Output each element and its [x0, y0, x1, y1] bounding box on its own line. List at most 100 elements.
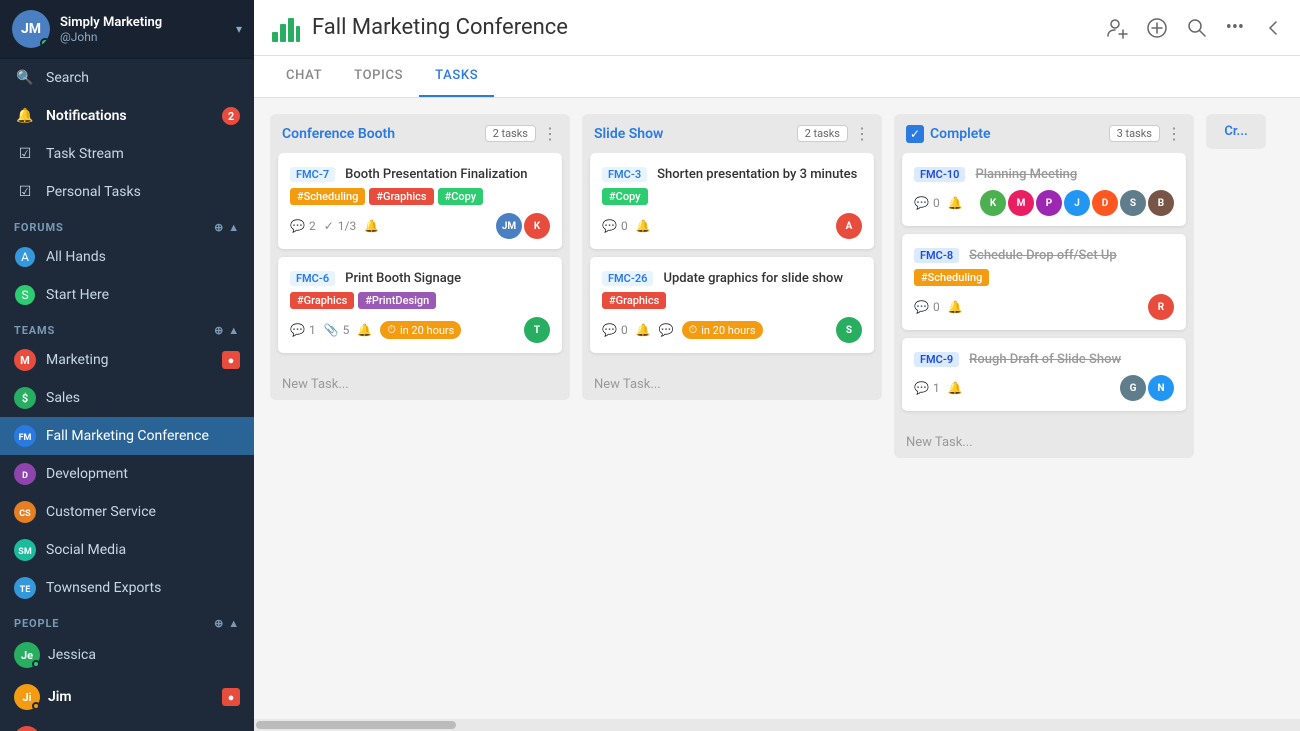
tag-printdesign[interactable]: #PrintDesign — [358, 292, 436, 309]
sidebar-item-sales[interactable]: $ Sales — [0, 379, 254, 417]
avatars-fmc-26: S — [836, 317, 862, 343]
sidebar-item-search[interactable]: 🔍 Search — [0, 59, 254, 97]
card-fmc-26[interactable]: FMC-26 Update graphics for slide show #G… — [590, 257, 874, 353]
sidebar-item-fall-marketing[interactable]: FM Fall Marketing Conference — [0, 417, 254, 455]
av-b: B — [1148, 190, 1174, 216]
search-icon[interactable] — [1186, 17, 1208, 39]
checklist-fmc-7: ✓ 1/3 — [324, 219, 357, 233]
sidebar-item-task-stream[interactable]: ☑ Task Stream — [0, 135, 254, 173]
new-task-conference-booth[interactable]: New Task... — [270, 369, 570, 400]
development-label: Development — [46, 466, 240, 482]
new-task-complete[interactable]: New Task... — [894, 427, 1194, 458]
add-circle-icon[interactable] — [1146, 17, 1168, 39]
sales-team-icon: $ — [14, 387, 36, 409]
sidebar-item-customer-service[interactable]: CS Customer Service — [0, 493, 254, 531]
partial-col-title: Cr... — [1224, 124, 1247, 139]
sidebar-item-all-hands[interactable]: A All Hands — [0, 238, 254, 276]
comment-count-fmc-10: 💬 0 — [914, 196, 940, 210]
complete-cards: FMC-10 Planning Meeting 💬 0 🔔 K M P — [894, 153, 1194, 427]
conference-booth-task-count: 2 tasks — [485, 125, 536, 142]
scrollbar-thumb[interactable] — [256, 721, 456, 729]
conference-booth-menu-icon[interactable]: ⋮ — [542, 124, 558, 143]
marketing-badge: ● — [222, 351, 240, 369]
people-add-icon[interactable]: ⊕ — [214, 617, 224, 630]
slide-show-menu-icon[interactable]: ⋮ — [854, 124, 870, 143]
sidebar-item-development[interactable]: D Development — [0, 455, 254, 493]
svg-text:SM: SM — [18, 547, 32, 557]
card-fmc-3[interactable]: FMC-3 Shorten presentation by 3 minutes … — [590, 153, 874, 249]
marketing-team-icon: M — [14, 349, 36, 371]
comment-count-fmc-3: 💬 0 — [602, 219, 628, 233]
svg-text:FM: FM — [19, 433, 32, 443]
sidebar-item-townsend-exports[interactable]: TE Townsend Exports — [0, 569, 254, 607]
tag-graphics-2[interactable]: #Graphics — [290, 292, 354, 309]
tab-tasks[interactable]: TASKS — [419, 56, 494, 97]
avatars-fmc-8: R — [1148, 294, 1174, 320]
people-collapse-icon[interactable]: ▲ — [228, 617, 240, 630]
sidebar-header[interactable]: JM Simply Marketing @John ▾ — [0, 0, 254, 59]
teams-add-icon[interactable]: ⊕ — [214, 324, 224, 337]
chart-icon — [270, 12, 302, 44]
task-id-fmc-10: FMC-10 — [914, 167, 965, 182]
task-id-fmc-6: FMC-6 — [290, 271, 335, 286]
sidebar-item-social-media[interactable]: SM Social Media — [0, 531, 254, 569]
horizontal-scrollbar[interactable] — [254, 719, 1300, 731]
kanban-board: Conference Booth 2 tasks ⋮ FMC-7 Booth P… — [254, 98, 1300, 719]
tab-topics[interactable]: TOPICS — [338, 56, 419, 97]
user-add-icon[interactable] — [1106, 17, 1128, 39]
bell-fmc-3: 🔔 — [636, 219, 651, 233]
bell-fmc-8: 🔔 — [948, 300, 963, 314]
card-tags-fmc-6: #Graphics #PrintDesign — [290, 292, 550, 309]
tag-scheduling[interactable]: #Scheduling — [290, 188, 365, 205]
online-status-dot — [40, 38, 50, 48]
card-footer-fmc-8: 💬 0 🔔 R — [914, 294, 1174, 320]
card-footer-fmc-9: 💬 1 🔔 G N — [914, 375, 1174, 401]
personal-tasks-icon: ☑ — [14, 181, 36, 203]
comment-count-fmc-8: 💬 0 — [914, 300, 940, 314]
tag-scheduling-2[interactable]: #Scheduling — [914, 269, 989, 286]
column-header-complete: ✓ Complete 3 tasks ⋮ — [894, 114, 1194, 153]
bell-fmc-7: 🔔 — [364, 219, 379, 233]
forums-add-icon[interactable]: ⊕ — [214, 221, 224, 234]
task-id-fmc-7: FMC-7 — [290, 167, 335, 182]
customer-service-label: Customer Service — [46, 504, 240, 520]
new-task-slide-show[interactable]: New Task... — [582, 369, 882, 400]
card-fmc-10[interactable]: FMC-10 Planning Meeting 💬 0 🔔 K M P — [902, 153, 1186, 226]
svg-text:$: $ — [22, 392, 28, 405]
tag-graphics[interactable]: #Graphics — [369, 188, 433, 205]
jim-avatar: Ji — [14, 684, 40, 710]
avatar-3: T — [524, 317, 550, 343]
tag-copy-2[interactable]: #Copy — [602, 188, 648, 205]
task-id-fmc-26: FMC-26 — [602, 271, 653, 286]
tag-graphics-3[interactable]: #Graphics — [602, 292, 666, 309]
clock-icon-2: ⏱ — [689, 323, 698, 337]
sidebar-item-personal-tasks[interactable]: ☑ Personal Tasks — [0, 173, 254, 211]
av-g: G — [1120, 375, 1146, 401]
teams-section-header: TEAMS ⊕ ▲ — [0, 314, 254, 341]
comment-count-fmc-26: 💬 0 — [602, 323, 628, 337]
sidebar-item-jessica[interactable]: Je Jessica — [0, 634, 254, 676]
forums-collapse-icon[interactable]: ▲ — [228, 221, 240, 234]
card-fmc-8[interactable]: FMC-8 Schedule Drop off/Set Up #Scheduli… — [902, 234, 1186, 330]
more-options-icon[interactable]: ••• — [1226, 17, 1244, 38]
sidebar-item-notifications[interactable]: 🔔 Notifications 2 — [0, 97, 254, 135]
card-fmc-9[interactable]: FMC-9 Rough Draft of Slide Show 💬 1 🔔 G … — [902, 338, 1186, 411]
tab-chat[interactable]: CHAT — [270, 56, 338, 97]
collapse-sidebar-icon[interactable] — [1262, 17, 1284, 39]
sidebar-item-marketing[interactable]: M Marketing ● — [0, 341, 254, 379]
sidebar-item-jim[interactable]: Ji Jim ● — [0, 676, 254, 718]
avatars-fmc-6: T — [524, 317, 550, 343]
tag-copy[interactable]: #Copy — [438, 188, 484, 205]
sidebar-item-david[interactable]: Da David — [0, 718, 254, 731]
avatar-5: S — [836, 317, 862, 343]
comment-icon-6: 💬 — [914, 300, 929, 314]
card-fmc-7[interactable]: FMC-7 Booth Presentation Finalization #S… — [278, 153, 562, 249]
card-fmc-6[interactable]: FMC-6 Print Booth Signage #Graphics #Pri… — [278, 257, 562, 353]
sidebar-item-start-here[interactable]: S Start Here — [0, 276, 254, 314]
townsend-team-icon: TE — [14, 577, 36, 599]
complete-menu-icon[interactable]: ⋮ — [1166, 124, 1182, 143]
teams-collapse-icon[interactable]: ▲ — [228, 324, 240, 337]
customer-service-team-icon: CS — [14, 501, 36, 523]
bell-fmc-10: 🔔 — [948, 196, 963, 210]
card-title-fmc-10: Planning Meeting — [975, 167, 1077, 182]
